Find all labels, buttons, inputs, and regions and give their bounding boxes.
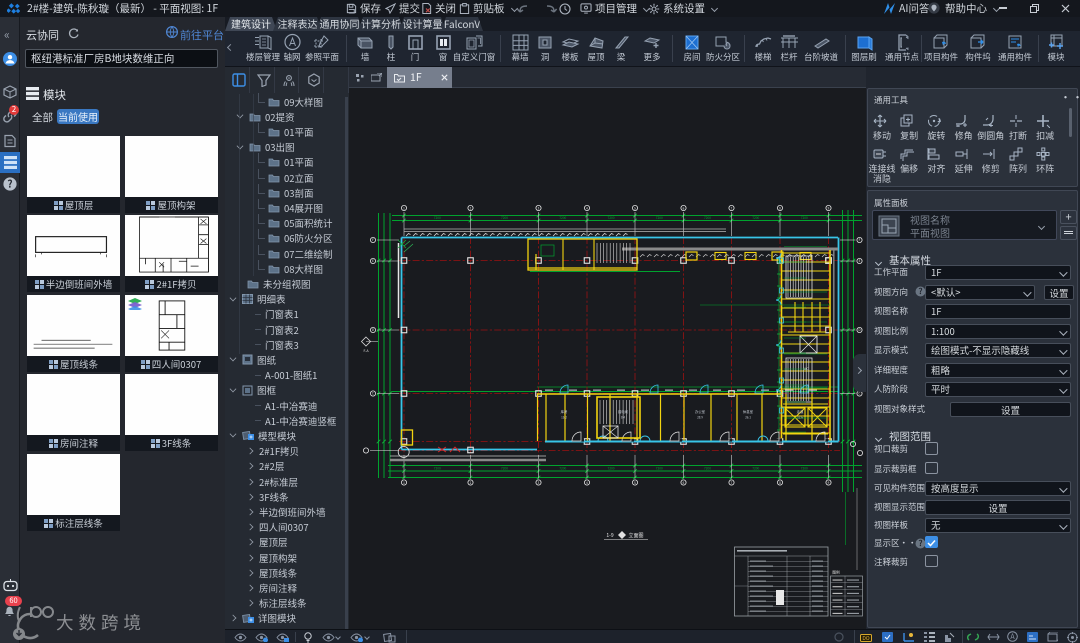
svg-text:7200: 7200 [501, 215, 508, 220]
svg-text:休息室: 休息室 [743, 409, 754, 414]
svg-text:7200: 7200 [752, 466, 759, 471]
svg-text:5: 5 [634, 206, 636, 210]
svg-text:7200: 7200 [434, 466, 441, 471]
svg-text:图例: 图例 [832, 570, 840, 576]
svg-text:7200: 7200 [501, 466, 508, 471]
svg-text:7200: 7200 [434, 215, 441, 220]
svg-text:4: 4 [586, 481, 588, 485]
svg-text:7200: 7200 [704, 215, 711, 220]
svg-text:F: F [859, 238, 861, 242]
svg-text:7200: 7200 [801, 215, 808, 220]
svg-text:2: 2 [470, 481, 472, 485]
svg-text:D: D [858, 328, 860, 332]
svg-text:7200: 7200 [607, 466, 614, 471]
svg-text:7: 7 [731, 481, 733, 485]
svg-text:12.6: 12.6 [797, 416, 803, 420]
svg-text:?: ? [8, 177, 13, 190]
svg-text:1: 1 [403, 206, 405, 210]
svg-text:7200: 7200 [704, 466, 711, 471]
svg-text:D: D [372, 328, 374, 332]
svg-text:8: 8 [779, 206, 781, 210]
svg-text:4: 4 [586, 206, 588, 210]
svg-text:?: ? [919, 538, 923, 549]
svg-text:9: 9 [828, 206, 830, 210]
svg-text:6: 6 [683, 206, 685, 210]
svg-text:28.9: 28.9 [697, 416, 703, 420]
svg-text:WC: WC [803, 366, 809, 371]
svg-text:DO: DO [862, 635, 869, 642]
svg-text:7200: 7200 [607, 215, 614, 220]
svg-text:8: 8 [779, 481, 781, 485]
svg-text:7200: 7200 [559, 215, 566, 220]
svg-text:3: 3 [538, 206, 540, 210]
svg-text:?: ? [919, 286, 923, 297]
svg-text:库房: 库房 [561, 409, 568, 414]
svg-text:5: 5 [634, 481, 636, 485]
svg-text:8.4: 8.4 [621, 416, 625, 420]
svg-text:C: C [859, 392, 861, 396]
svg-text:7200: 7200 [656, 215, 663, 220]
svg-text:3: 3 [538, 481, 540, 485]
svg-text:7: 7 [731, 206, 733, 210]
svg-text:F-A: F-A [363, 348, 369, 353]
svg-text:1-9: 1-9 [606, 532, 614, 539]
svg-text:走道: 走道 [797, 409, 804, 414]
svg-text:立面图: 立面图 [628, 532, 643, 539]
svg-text:办公室: 办公室 [695, 409, 706, 414]
svg-text:7200: 7200 [559, 466, 566, 471]
svg-text:E: E [372, 259, 374, 263]
svg-text:强电间: 强电间 [618, 409, 629, 414]
svg-text:F: F [372, 238, 374, 242]
svg-text:26.1: 26.1 [745, 416, 751, 420]
svg-text:1: 1 [403, 481, 405, 485]
svg-text:E: E [859, 259, 861, 263]
svg-text:7200: 7200 [656, 466, 663, 471]
svg-text:A: A [1010, 632, 1015, 642]
svg-text:7200: 7200 [801, 466, 808, 471]
svg-text:7200: 7200 [752, 215, 759, 220]
svg-text:15.2: 15.2 [561, 416, 567, 420]
svg-text:2: 2 [470, 206, 472, 210]
svg-text:6: 6 [683, 481, 685, 485]
svg-text:9: 9 [828, 481, 830, 485]
svg-text:C: C [372, 392, 374, 396]
